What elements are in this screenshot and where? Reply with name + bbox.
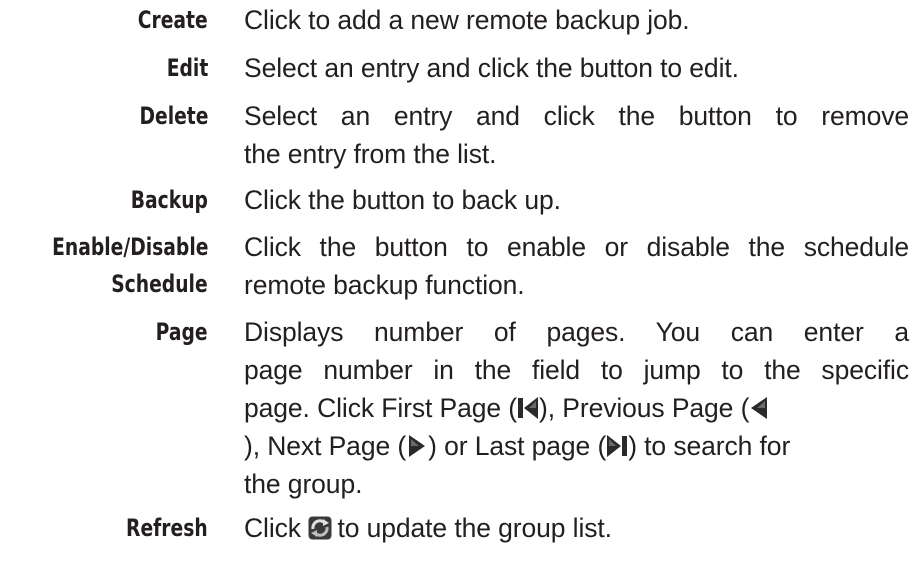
previous-page-icon — [749, 396, 771, 420]
desc-delete: Select an entry and click the button to … — [244, 97, 909, 173]
term-page: Page — [156, 318, 208, 346]
term-backup: Backup — [130, 186, 208, 214]
desc-line-with-icons: page. Click First Page (), Previous Page… — [244, 389, 909, 427]
desc-edit: Select an entry and click the button to … — [244, 49, 909, 87]
desc-enable-disable-schedule: Click the button to enable or disable th… — [244, 228, 909, 304]
desc-page: Displays number of pages. You can enter … — [244, 313, 909, 503]
desc-refresh: Click to update the group list. — [244, 509, 909, 547]
desc-line: the entry from the list. — [244, 139, 497, 169]
desc-line: Click the button to enable or disable th… — [244, 232, 909, 262]
desc-create: Click to add a new remote backup job. — [244, 1, 909, 39]
desc-line-with-icons: ), Next Page () or Last page () to searc… — [244, 431, 791, 461]
desc-line: Click to update the group list. — [244, 513, 612, 543]
desc-backup: Click the button to back up. — [244, 181, 909, 219]
term-schedule: Schedule — [111, 270, 208, 298]
desc-line: Select an entry and click the button to … — [244, 101, 909, 131]
term-edit: Edit — [166, 54, 208, 82]
last-page-icon — [606, 434, 628, 458]
desc-line: remote backup function. — [244, 270, 525, 300]
next-page-icon — [406, 434, 428, 458]
term-delete: Delete — [139, 102, 208, 130]
desc-line: the group. — [244, 469, 363, 499]
desc-line: Displays number of pages. You can enter … — [244, 317, 909, 347]
refresh-icon — [308, 516, 332, 540]
desc-line: Select an entry and click the button to … — [244, 53, 739, 83]
term-enable-disable: Enable/Disable — [51, 233, 208, 261]
term-create: Create — [138, 6, 208, 34]
definition-list: Create Click to add a new remote backup … — [0, 0, 911, 561]
desc-line: Click to add a new remote backup job. — [244, 5, 690, 35]
desc-line: page number in the field to jump to the … — [244, 355, 909, 385]
desc-line: Click the button to back up. — [244, 185, 561, 215]
first-page-icon — [517, 396, 539, 420]
term-refresh: Refresh — [126, 514, 208, 542]
